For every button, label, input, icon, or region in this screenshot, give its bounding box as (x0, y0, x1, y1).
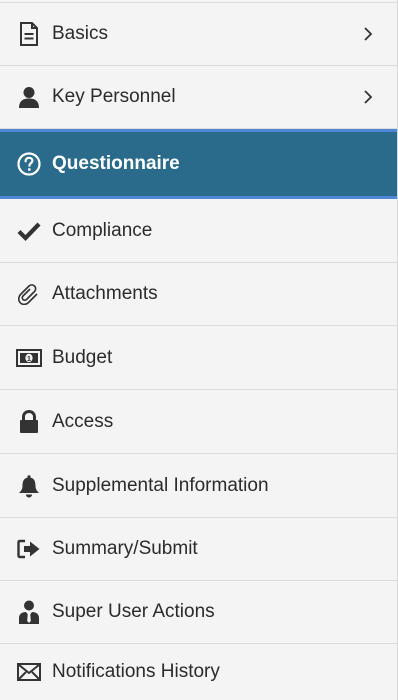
envelope-icon (16, 659, 42, 685)
question-circle-icon (16, 151, 42, 177)
sidebar-item-label: Key Personnel (52, 86, 176, 107)
user-tie-icon (16, 599, 42, 625)
sidebar-item-label: Supplemental Information (52, 474, 269, 496)
sidebar-item-compliance[interactable]: Compliance (0, 199, 397, 263)
sidebar-item-label: Basics (52, 23, 108, 44)
sidebar-item-label: Notifications History (52, 661, 220, 682)
sidebar-item-basics[interactable]: Basics (0, 2, 397, 66)
sidebar-item-questionnaire[interactable]: Questionnaire (0, 129, 397, 199)
sidebar-item-budget[interactable]: 1 Budget (0, 326, 397, 390)
sidebar-item-label: Budget (52, 346, 113, 368)
lock-icon (16, 409, 42, 435)
sidebar-item-label: Compliance (52, 219, 153, 241)
sidebar-item-super-user-actions[interactable]: Super User Actions (0, 581, 397, 644)
sidebar-item-access[interactable]: Access (0, 390, 397, 454)
document-icon (16, 21, 42, 47)
sidebar-item-key-personnel[interactable]: Key Personnel (0, 66, 397, 129)
svg-text:1: 1 (27, 354, 31, 363)
sidebar-item-supplemental-information[interactable]: Supplemental Information (0, 454, 397, 518)
sidebar-nav: Basics Key Personnel Questionnaire Compl… (0, 0, 398, 700)
sidebar-item-label: Super User Actions (52, 601, 215, 622)
sidebar-item-label: Attachments (52, 283, 158, 304)
bell-icon (16, 473, 42, 499)
sign-out-icon (16, 536, 42, 562)
sidebar-item-attachments[interactable]: Attachments (0, 263, 397, 326)
paperclip-icon (16, 281, 42, 307)
money-icon: 1 (16, 345, 42, 371)
chevron-right-icon (361, 88, 375, 106)
person-icon (16, 84, 42, 110)
sidebar-item-label: Summary/Submit (52, 538, 198, 559)
chevron-right-icon (361, 25, 375, 43)
sidebar-item-label: Access (52, 410, 114, 432)
sidebar-item-notifications-history[interactable]: Notifications History (0, 644, 397, 700)
sidebar-item-summary-submit[interactable]: Summary/Submit (0, 518, 397, 581)
sidebar-item-label: Questionnaire (52, 153, 180, 174)
checkmark-icon (16, 218, 42, 244)
